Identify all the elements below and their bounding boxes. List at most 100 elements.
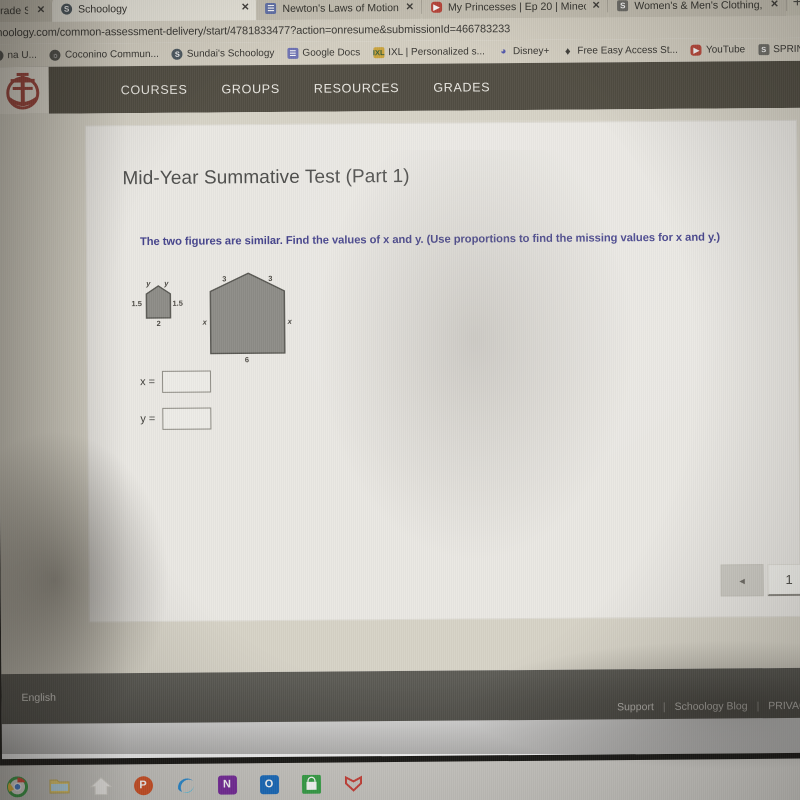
new-tab-button[interactable]: + [787,0,800,13]
nav-links: COURSES GROUPS RESOURCES GRADES [121,80,491,97]
tab-title: Women's & Men's Clothing, Shop [634,0,764,12]
small-label-left-side: 1.5 [131,299,142,309]
close-icon[interactable]: ✕ [770,0,778,10]
bookmark-item[interactable]: ◕ Disney+ [498,46,549,57]
footer-link-blog[interactable]: Schoology Blog [675,700,748,713]
youtube-icon: ▶ [430,1,442,13]
close-icon[interactable]: ✕ [37,5,45,16]
url-text: hoology.com/common-assessment-delivery/s… [0,23,511,40]
small-label-bottom: 2 [156,318,161,328]
close-icon[interactable]: ✕ [592,0,600,11]
answer-row-x: x = [133,370,212,394]
footer-separator: | [662,700,666,713]
bookmark-label: SPRING SALE 20 [773,43,800,56]
schoology-navbar: COURSES GROUPS RESOURCES GRADES [0,60,800,115]
bookmark-label: Free Easy Access St... [577,44,678,57]
nav-item-groups[interactable]: GROUPS [221,81,279,95]
nav-item-grades[interactable]: GRADES [433,80,490,94]
ixl-icon: IXL [372,47,385,59]
home-icon[interactable] [80,765,122,800]
browser-tab[interactable]: S Women's & Men's Clothing, Shop ✕ [608,0,786,18]
large-label-top-left: 3 [222,274,227,284]
onenote-icon[interactable]: N [206,764,248,800]
footer-links: Support | Schoology Blog | PRIVACY [617,700,800,714]
close-icon[interactable]: ✕ [241,2,249,13]
schoology-icon: S [171,48,183,60]
language-selector[interactable]: English [21,692,56,704]
bookmark-label: Disney+ [512,45,550,58]
school-crest-icon [6,72,40,109]
large-label-right-side: x [287,316,292,326]
bookmark-item[interactable]: S SPRING SALE 20 [758,43,800,56]
answer-label-x: x = [140,375,156,389]
shein-icon: S [758,44,770,56]
bookmark-label: Google Docs [302,47,361,59]
computer-screen: rade S ✕ S Schoology ✕ ☰ Newton's Laws o… [0,0,800,760]
bookmark-label: na U... [7,49,37,62]
small-label-top-left: y [146,278,151,289]
microsoft-store-icon[interactable] [290,764,332,800]
small-pentagon-shape [145,285,172,319]
globe-icon [0,50,4,62]
bookmark-label: Sundai's Schoology [186,48,275,60]
answer-label-y: y = [140,412,156,426]
assessment-card: Mid-Year Summative Test (Part 1) The two… [85,119,800,623]
schoology-icon: S [61,3,73,15]
school-crest-logo[interactable] [0,66,49,115]
pagination-controls: ◂ 1 [720,563,800,597]
tab-title: rade S [0,4,28,17]
google-docs-icon: ☰ [287,47,299,59]
chrome-icon[interactable] [0,766,38,800]
shein-icon: S [617,0,629,12]
y-input[interactable] [162,407,212,430]
tab-title: My Princesses | Ep 20 | Minecraft [447,0,586,14]
bookmark-label: IXL | Personalized s... [388,46,485,59]
bookmark-icon: ♦ [564,45,571,58]
question-prompt: The two figures are similar. Find the va… [139,231,721,249]
bookmark-item[interactable]: na U... [0,49,37,62]
previous-page-button[interactable]: ◂ [720,564,764,597]
mcafee-icon[interactable] [332,763,374,800]
browser-tab[interactable]: rade S ✕ [0,0,53,23]
bookmark-label: YouTube [705,44,746,56]
page-number-button[interactable]: 1 [767,563,800,597]
globe-icon: ☼ [49,49,61,61]
large-label-top-right: 3 [268,274,273,284]
nav-item-courses[interactable]: COURSES [121,82,188,97]
footer-separator: | [756,700,760,713]
browser-tab-active[interactable]: S Schoology ✕ [52,0,257,22]
page-footer: English Support | Schoology Blog | PRIVA… [1,667,800,725]
bookmark-item[interactable]: ☰ Google Docs [287,47,360,59]
document-icon: ☰ [265,2,277,15]
answer-fields: x = y = [133,370,212,446]
x-input[interactable] [161,370,212,393]
outlook-icon[interactable]: O [248,764,290,800]
footer-link-support[interactable]: Support [617,701,654,713]
bookmark-item[interactable]: ♦ Free Easy Access St... [562,45,678,57]
small-label-top-right: y [164,278,169,288]
page-body: Mid-Year Summative Test (Part 1) The two… [0,107,800,675]
screen-photo: rade S ✕ S Schoology ✕ ☰ Newton's Laws o… [0,0,800,800]
bookmark-item[interactable]: ▶ YouTube [690,44,746,56]
footer-link-privacy[interactable]: PRIVACY [768,700,800,712]
tab-title: Newton's Laws of Motion [282,1,399,15]
disney-plus-icon: ◕ [500,46,507,58]
file-explorer-icon[interactable] [38,766,80,800]
powerpoint-icon[interactable]: P [122,765,164,800]
close-icon[interactable]: ✕ [406,2,414,13]
browser-tab[interactable]: ▶ My Princesses | Ep 20 | Minecraft ✕ [421,0,608,19]
browser-tab[interactable]: ☰ Newton's Laws of Motion ✕ [256,0,422,21]
bookmark-item[interactable]: IXL IXL | Personalized s... [372,46,485,59]
bookmark-label: Coconino Commun... [64,48,159,61]
large-pentagon-shape [209,272,286,355]
page-title: Mid-Year Summative Test (Part 1) [122,165,410,190]
edge-icon[interactable] [164,765,206,800]
tab-title: Schoology [78,2,128,16]
large-label-bottom: 6 [244,355,250,365]
bookmark-item[interactable]: S Sundai's Schoology [171,48,275,60]
small-label-right-side: 1.5 [172,298,183,308]
windows-taskbar: P N O [0,758,800,800]
bookmark-item[interactable]: ☼ Coconino Commun... [49,48,159,61]
answer-row-y: y = [133,407,212,431]
nav-item-resources[interactable]: RESOURCES [314,81,400,96]
